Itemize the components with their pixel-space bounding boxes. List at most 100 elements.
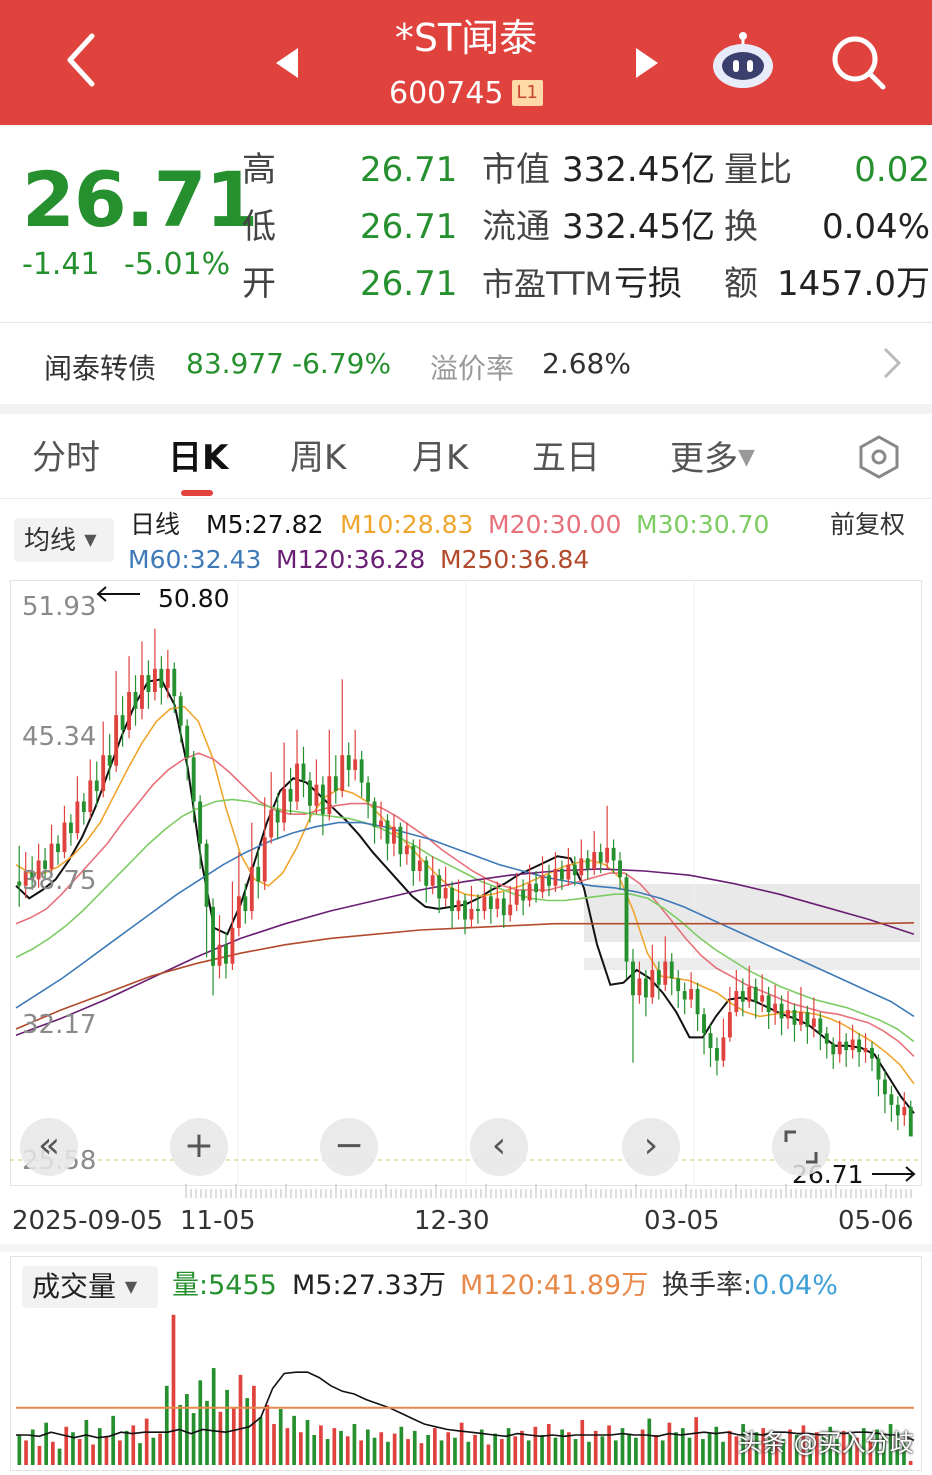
tab-intraday[interactable]: 分时 — [32, 438, 100, 478]
candle-body — [236, 896, 241, 928]
candle-body — [172, 668, 177, 697]
volume-bar — [520, 1430, 524, 1465]
volume-bar — [359, 1440, 363, 1465]
candle-body — [579, 858, 584, 876]
tab-daily-k[interactable]: 日K — [168, 438, 228, 478]
tab-more[interactable]: 更多▼ — [670, 438, 755, 479]
candle-body — [140, 675, 144, 709]
last-price: 26.71 — [22, 155, 258, 244]
price-change-pct: -5.01% — [124, 247, 231, 282]
volume-bar — [580, 1419, 585, 1465]
volume-bar — [493, 1433, 497, 1465]
volume-bar — [185, 1394, 189, 1465]
chevron-right-icon: › — [643, 1125, 659, 1166]
minus-icon: − — [333, 1125, 365, 1166]
next-stock-icon[interactable] — [632, 46, 662, 80]
volume-bar — [238, 1374, 243, 1465]
volume-bar — [285, 1428, 290, 1465]
scroll-to-start-button[interactable]: « — [20, 1118, 78, 1176]
top-bar: *ST闻泰 600745 L1 — [0, 0, 932, 125]
y-tick-1: 51.93 — [22, 592, 97, 622]
candle-body — [372, 801, 377, 827]
candle-body — [559, 868, 564, 880]
volume-bar — [319, 1425, 323, 1465]
volume-bar — [218, 1411, 223, 1465]
volume-bar — [44, 1422, 48, 1465]
candle-body — [585, 858, 590, 869]
tab-five-day[interactable]: 五日 — [532, 438, 600, 478]
open-value: 26.71 — [360, 264, 458, 304]
adjust-mode[interactable]: 前复权 — [830, 510, 905, 540]
candle-body — [482, 896, 487, 912]
ma5-value: M5:27.82 — [206, 510, 324, 539]
volume-bar — [473, 1434, 477, 1465]
candle-body — [463, 900, 467, 920]
tab-monthly-k[interactable]: 月K — [412, 438, 468, 478]
fullscreen-button[interactable] — [772, 1118, 830, 1176]
volume-bar — [453, 1437, 457, 1465]
candle-body — [120, 715, 125, 730]
robot-assistant-icon[interactable] — [708, 28, 778, 92]
x-tick-2: 11-05 — [180, 1206, 256, 1236]
candle-body — [727, 1012, 732, 1038]
kline-chart[interactable] — [10, 580, 922, 1186]
candle-body — [753, 986, 758, 1002]
candle-body — [262, 837, 267, 882]
volume-bar — [486, 1444, 491, 1465]
volume-bar — [660, 1440, 665, 1465]
settings-hexagon-icon[interactable] — [856, 434, 902, 480]
candle-body — [443, 887, 448, 899]
low-label: 低 — [242, 207, 276, 247]
y-tick-3: 38.75 — [22, 866, 97, 896]
watermark: 头条 @买入分歧 — [738, 1429, 914, 1457]
tab-weekly-k[interactable]: 周K — [290, 438, 346, 478]
candle-body — [792, 1010, 797, 1025]
float-value: 332.45亿 — [562, 207, 715, 247]
float-label: 流通 — [482, 207, 550, 247]
volume-bar — [593, 1430, 598, 1465]
scroll-right-button[interactable]: › — [622, 1118, 680, 1176]
candle-body — [385, 820, 390, 844]
candle-body — [650, 970, 655, 998]
candle-body — [495, 898, 500, 909]
zoom-out-button[interactable]: − — [320, 1118, 378, 1176]
pe-value: 亏损 — [614, 264, 682, 304]
candle-body — [598, 852, 603, 863]
volume-bar — [587, 1441, 591, 1465]
volume-bar — [77, 1439, 82, 1465]
candle-body — [734, 991, 739, 1013]
zoom-in-button[interactable]: + — [170, 1118, 228, 1176]
candle-body — [824, 1033, 829, 1044]
timeline-scrubber[interactable] — [184, 1184, 914, 1200]
volume-bar — [225, 1389, 229, 1465]
volume-bar — [138, 1443, 142, 1465]
volume-bar — [600, 1436, 605, 1465]
candle-body — [424, 860, 429, 886]
volume-bar — [707, 1433, 712, 1465]
candle-body — [876, 1058, 881, 1080]
x-tick-1: 2025-09-05 — [12, 1206, 164, 1236]
candle-body — [676, 978, 681, 992]
scroll-left-button[interactable]: ‹ — [470, 1118, 528, 1176]
indicator-select[interactable]: 均线 ▼ — [14, 518, 114, 562]
candle-body — [17, 881, 22, 886]
ma-prefix: 日线 — [130, 510, 181, 539]
candle-body — [488, 896, 493, 909]
volume-bar — [607, 1425, 611, 1465]
bond-change-pct: -6.79% — [292, 347, 392, 380]
candle-body — [107, 755, 112, 766]
candle-body — [708, 1033, 713, 1048]
level-badge: L1 — [511, 80, 543, 106]
candle-body — [282, 788, 287, 823]
candle-body — [773, 1003, 778, 1013]
candle-body — [715, 1047, 719, 1061]
volume-bar — [533, 1426, 538, 1465]
candle-body — [605, 847, 610, 863]
volume-bar — [339, 1430, 343, 1465]
premium-value: 2.68% — [542, 347, 631, 380]
candle-body — [178, 696, 183, 726]
search-icon[interactable] — [828, 32, 888, 92]
convertible-bond-row[interactable]: 闻泰转债 83.977 -6.79% 溢价率 2.68% — [0, 322, 932, 406]
candle-body — [75, 801, 80, 834]
candle-body — [327, 776, 332, 815]
